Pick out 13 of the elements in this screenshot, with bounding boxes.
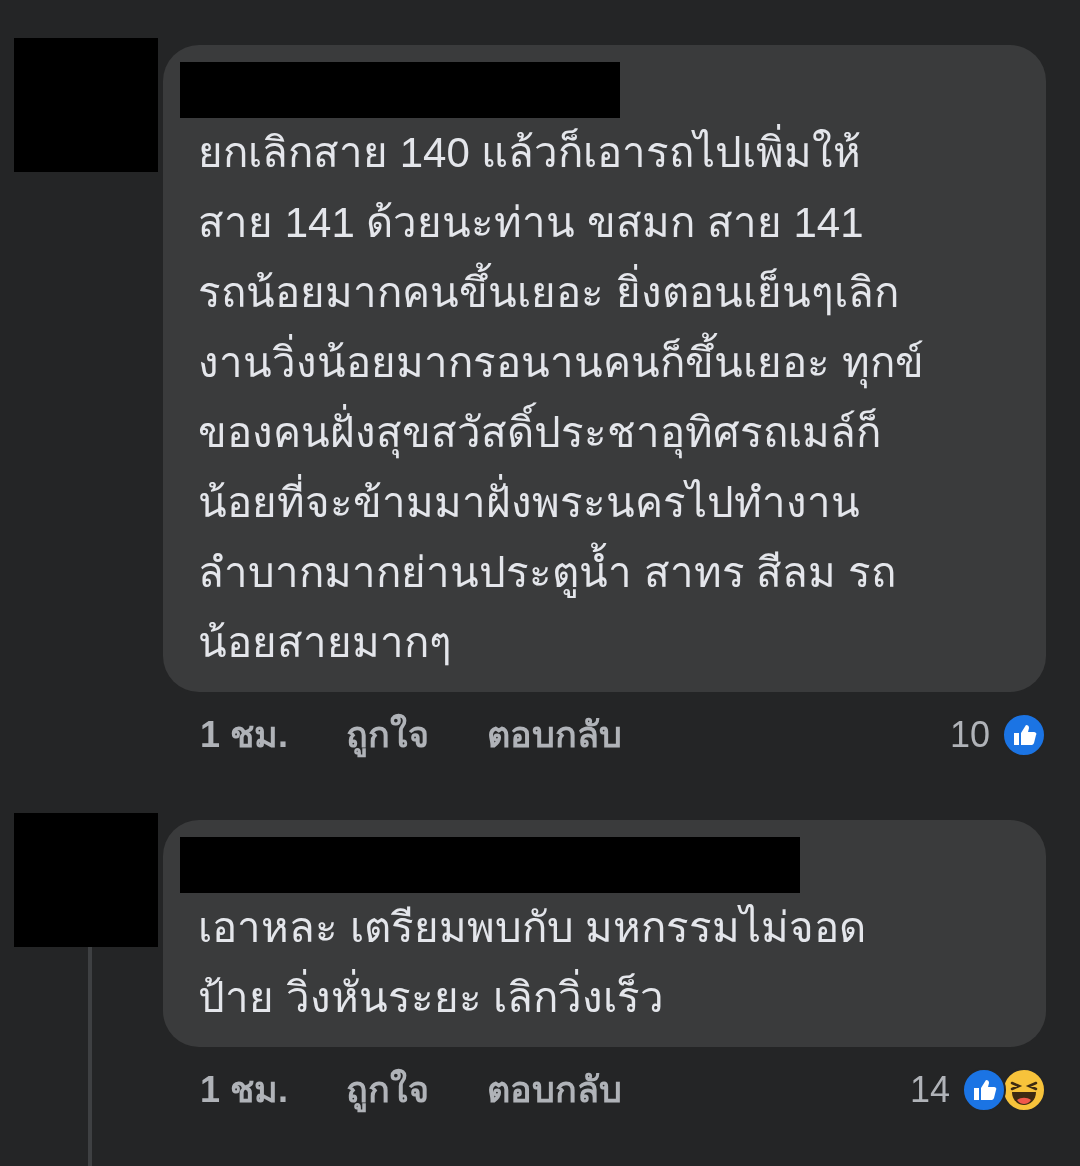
comment-text: เอาหละ เตรียมพบกับ มหกรรมไม่จอด ป้าย วิ่งหั่นระยะ เลิกวิ่งเร็ว xyxy=(197,903,868,1023)
timestamp[interactable]: 1 ชม. xyxy=(200,708,289,762)
reaction-count: 10 xyxy=(949,713,990,757)
laughing-face-icon xyxy=(1002,1068,1046,1112)
thumbs-up-icon xyxy=(962,1068,1006,1112)
reply-link[interactable]: ตอบกลับ xyxy=(487,1063,623,1117)
reaction-count: 14 xyxy=(909,1068,950,1112)
thumbs-up-icon xyxy=(1002,713,1046,757)
reply-link[interactable]: ตอบกลับ xyxy=(487,708,623,762)
like-link[interactable]: ถูกใจ xyxy=(346,708,430,762)
timestamp[interactable]: 1 ชม. xyxy=(200,1063,289,1117)
comment-text: ยกเลิกสาย 140 แล้วก็เอารถไปเพิ่มให้ สาย 141 ด้วยนะท่าน ขสมก สาย 141 รถน้อยมากคนขึ้นเยอะ ยิ่งตอนเย็นๆเลิก งานวิ่งน้อยมากรอนานคนก็ขึ้นเยอะ ทุกข์ ของคนฝั่งสุขสวัสดิ์ประชาอุทิศรถเมล์ก็ น้อยที่จะข้ามมาฝั่งพระนครไปทำงาน ลำบากมากย่านประตูน้ำ สาทร สีลม รถ น้อยสายมากๆ xyxy=(180,118,1026,678)
like-link[interactable]: ถูกใจ xyxy=(346,1063,430,1117)
